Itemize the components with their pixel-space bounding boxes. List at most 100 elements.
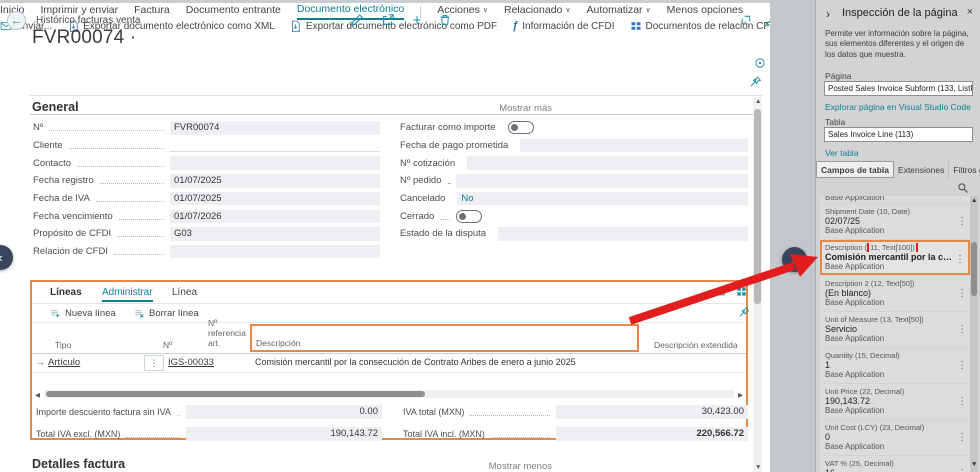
ellipsis-icon[interactable]: ⋮ bbox=[957, 432, 967, 443]
field-fecha-vencimiento[interactable]: 01/07/2026 bbox=[170, 209, 380, 224]
ellipsis-icon[interactable]: ⋮ bbox=[957, 396, 967, 407]
tab-documento-entrante[interactable]: Documento entrante bbox=[186, 4, 281, 19]
divider bbox=[30, 114, 762, 115]
search-icon[interactable] bbox=[957, 182, 969, 194]
scroll-right-icon[interactable]: ▶ bbox=[738, 391, 743, 399]
vertical-scrollbar-thumb[interactable] bbox=[754, 109, 761, 304]
tab-automatizar[interactable]: Automatizar ∨ bbox=[587, 4, 651, 19]
ellipsis-icon[interactable]: ⋮ bbox=[957, 324, 967, 335]
list-item-description-2[interactable]: Description 2 (12, Text[50]) (En blanco)… bbox=[820, 276, 970, 311]
ellipsis-icon[interactable]: ⋮ bbox=[957, 288, 967, 299]
list-item-partial[interactable]: Base Application bbox=[820, 196, 970, 203]
table-row[interactable]: → Artículo ⋮ IGS-00033 Comisión mercanti… bbox=[32, 354, 746, 373]
pin-icon[interactable] bbox=[738, 306, 750, 318]
dotted-leader bbox=[95, 201, 164, 203]
show-more-link[interactable]: Mostrar más bbox=[499, 103, 552, 114]
lines-tab-linea[interactable]: Línea bbox=[172, 287, 197, 298]
tab-relacionado[interactable]: Relacionado ∨ bbox=[504, 4, 571, 19]
field-label-contacto: Contacto bbox=[33, 157, 72, 169]
total-discount-value[interactable]: 0.00 bbox=[186, 405, 382, 419]
view-table-link[interactable]: Ver tabla bbox=[825, 148, 859, 158]
field-no-pedido[interactable] bbox=[456, 174, 748, 188]
dotted-leader bbox=[68, 148, 164, 150]
total-vat-value[interactable]: 30,423.00 bbox=[556, 405, 748, 419]
field-fecha-iva[interactable]: 01/07/2025 bbox=[170, 191, 380, 206]
list-item-unit-cost[interactable]: Unit Cost (LCY) (23, Decimal) 0 Base App… bbox=[820, 420, 970, 455]
show-less-link[interactable]: Mostrar menos bbox=[489, 461, 552, 472]
list-item-vat-pct[interactable]: VAT % (25, Decimal) 16 Base Application … bbox=[820, 456, 970, 472]
column-header-tipo[interactable]: Tipo bbox=[55, 340, 71, 350]
scroll-up-icon[interactable]: ▲ bbox=[971, 197, 977, 204]
field-relacion-cfdi[interactable] bbox=[170, 244, 380, 259]
page-field-value[interactable]: Posted Sales Invoice Subform (133, ListP… bbox=[824, 81, 973, 96]
ellipsis-icon[interactable]: ⋮ bbox=[957, 468, 967, 472]
list-item-unit-price[interactable]: Unit Price (22, Decimal) 190,143.72 Base… bbox=[820, 384, 970, 419]
scroll-down-icon[interactable]: ▼ bbox=[755, 464, 761, 471]
info-cfdi-button[interactable]: ƒ Información de CFDI bbox=[512, 20, 614, 32]
toggle-cerrado[interactable] bbox=[456, 209, 482, 223]
tab-extensiones[interactable]: Extensiones bbox=[894, 161, 950, 178]
new-icon[interactable]: + bbox=[409, 12, 425, 29]
next-record-button[interactable]: › bbox=[782, 247, 807, 272]
field-cliente[interactable] bbox=[170, 138, 380, 153]
share-icon[interactable] bbox=[716, 286, 727, 297]
column-header-ref-art[interactable]: Nº referencia art. bbox=[208, 318, 246, 349]
new-line-button[interactable]: Nueva línea bbox=[50, 308, 116, 319]
list-item-quantity[interactable]: Quantity (15, Decimal) 1 Base Applicatio… bbox=[820, 348, 970, 383]
field-no[interactable]: FVR00074 bbox=[170, 121, 380, 135]
field-fecha-registro[interactable]: 01/07/2025 bbox=[170, 174, 380, 188]
cell-tipo[interactable]: Artículo bbox=[48, 357, 80, 368]
total-incl-value[interactable]: 220,566.72 bbox=[556, 427, 748, 441]
tab-filtros-de-pagina[interactable]: Filtros de página bbox=[949, 161, 980, 178]
back-arrow-icon: ← bbox=[11, 14, 22, 27]
ellipsis-icon[interactable]: ⋮ bbox=[957, 360, 967, 371]
explore-vscode-link[interactable]: Explorar página en Visual Studio Code bbox=[825, 102, 971, 112]
column-header-descripcion-extendida[interactable]: Descripción extendida bbox=[654, 340, 738, 350]
cell-descripcion[interactable]: Comisión mercantil por la consecución de… bbox=[255, 357, 635, 367]
delete-line-button[interactable]: Borrar línea bbox=[134, 308, 199, 319]
panel-scrollbar-thumb[interactable] bbox=[971, 242, 977, 296]
field-estado-disputa[interactable] bbox=[498, 227, 748, 241]
lines-caption-tab[interactable]: Líneas bbox=[50, 287, 82, 298]
column-header-descripcion[interactable]: Descripción bbox=[256, 338, 300, 348]
popout-icon[interactable] bbox=[738, 12, 754, 28]
scroll-up-icon[interactable]: ▲ bbox=[755, 98, 761, 105]
horizontal-scrollbar-thumb[interactable] bbox=[46, 391, 425, 397]
toggle-facturar-como-importe[interactable] bbox=[507, 121, 534, 135]
field-fecha-pago-prometida[interactable] bbox=[520, 138, 748, 153]
scroll-down-icon[interactable]: ▼ bbox=[971, 461, 977, 468]
tab-menos-opciones[interactable]: Menos opciones bbox=[667, 4, 743, 19]
lines-tab-administrar[interactable]: Administrar bbox=[102, 287, 153, 302]
pin-icon[interactable] bbox=[749, 75, 762, 88]
back-button[interactable]: ← bbox=[7, 11, 26, 30]
field-no-cotizacion[interactable] bbox=[467, 156, 748, 170]
breadcrumb[interactable]: Histórico facturas venta bbox=[36, 15, 141, 26]
assist-menu-icon[interactable]: ⋮ bbox=[144, 355, 164, 371]
field-contacto[interactable] bbox=[170, 156, 380, 170]
column-header-no[interactable]: Nº bbox=[163, 340, 172, 350]
field-proposito-cfdi[interactable]: G03 bbox=[170, 227, 380, 241]
total-excl-value[interactable]: 190,143.72 bbox=[186, 427, 382, 441]
edit-icon[interactable] bbox=[349, 12, 365, 28]
lines-subpage: Líneas Administrar Línea Nueva línea Bor… bbox=[30, 280, 750, 441]
docs-relacion-cfdi-button[interactable]: Documentos de relación CFDI bbox=[630, 20, 779, 32]
ellipsis-icon[interactable]: ⋮ bbox=[957, 216, 967, 227]
close-icon[interactable]: × bbox=[967, 6, 973, 18]
ellipsis-icon[interactable]: ⋮ bbox=[955, 254, 965, 265]
scroll-left-icon[interactable]: ◀ bbox=[35, 391, 40, 399]
delete-icon[interactable] bbox=[437, 12, 453, 28]
chevron-right-icon[interactable]: › bbox=[826, 7, 830, 21]
field-cancelado[interactable]: No bbox=[457, 191, 748, 206]
list-item-unit-of-measure[interactable]: Unit of Measure (13, Text[50]) Servicio … bbox=[820, 312, 970, 347]
list-item-shipment-date[interactable]: Shipment Date (10, Date) 02/07/25 Base A… bbox=[820, 204, 970, 239]
open-in-excel-icon[interactable] bbox=[736, 286, 747, 297]
tab-campos-de-tabla[interactable]: Campos de tabla bbox=[816, 161, 895, 178]
chevron-down-icon: ∨ bbox=[482, 7, 488, 14]
target-circle-icon[interactable] bbox=[754, 57, 766, 69]
panel-title: Inspección de la página bbox=[842, 7, 958, 19]
cell-no[interactable]: IGS-00033 bbox=[168, 357, 214, 368]
share-icon[interactable] bbox=[380, 12, 396, 28]
table-field-value[interactable]: Sales Invoice Line (113) bbox=[824, 127, 973, 142]
list-item-description[interactable]: Description (11, Text[100]) Comisión mer… bbox=[820, 240, 970, 275]
panel-scrollbar[interactable] bbox=[970, 196, 978, 472]
